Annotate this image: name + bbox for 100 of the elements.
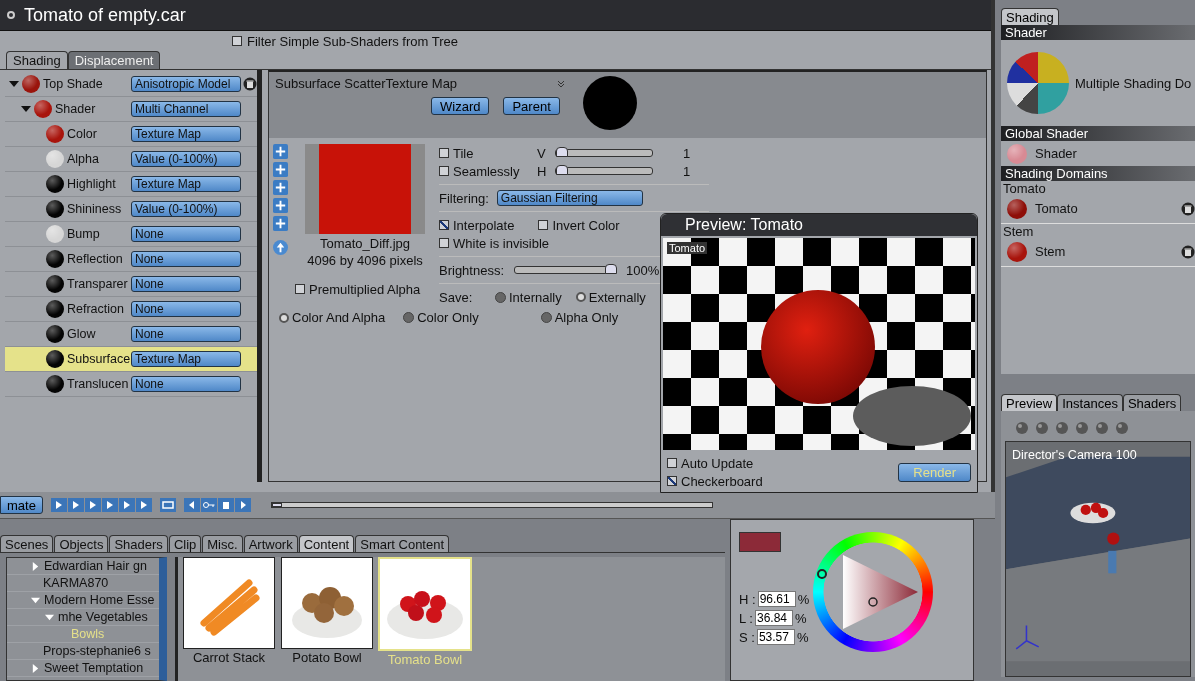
panel-tab[interactable]: Instances [1057,394,1123,411]
section-header[interactable]: Global Shader [1001,126,1195,141]
map-type-dropdown[interactable]: Texture Map [385,76,458,91]
library-tree-row[interactable]: Props-stephanie6 s [7,643,159,660]
filter-checkbox[interactable] [232,36,242,46]
radio-button[interactable] [495,291,506,303]
content-item[interactable]: Carrot Stack [184,557,274,681]
checkbox[interactable] [667,458,677,468]
texture-tool-icon[interactable] [273,144,288,159]
checkbox[interactable] [439,220,449,230]
view-tool-icon[interactable] [1075,421,1089,435]
trash-icon[interactable] [1181,244,1195,259]
loop-icon[interactable] [159,498,176,512]
library-tab[interactable]: Scenes [0,535,54,552]
channel-dropdown[interactable]: Value (0-100%) [131,201,241,217]
shader-tree-row[interactable]: Shininess Value (0-100%) [5,197,257,222]
view-tool-icon[interactable] [1055,421,1069,435]
channel-dropdown[interactable]: None [131,326,241,342]
library-tree-row[interactable]: KARMA870 [7,575,159,592]
panel-tab[interactable]: Preview [1001,394,1058,411]
library-tree-row[interactable]: Modern Home Esse [7,592,159,609]
section-header[interactable]: Shading Domains [1001,166,1195,181]
editor-tab[interactable]: Shading [6,51,68,69]
library-tree-row[interactable]: Sweet Temptation [7,660,159,677]
library-tab[interactable]: Content [298,535,355,552]
shader-tree-row[interactable]: Bump None [5,222,257,247]
shader-tree-row[interactable]: Transparer None [5,272,257,297]
channel-dropdown[interactable]: None [131,226,241,242]
input-field[interactable]: 36.84 [755,610,793,626]
key-icon[interactable] [200,498,217,512]
editor-tab[interactable]: Displacement [67,51,161,69]
timeline-thumb[interactable] [271,503,282,507]
radio-button[interactable] [540,312,552,323]
panel-tab[interactable]: Shading [1001,8,1059,25]
channel-dropdown[interactable]: Texture Map [131,126,241,142]
up-arrow-icon[interactable] [273,240,288,255]
checkbox[interactable] [439,238,449,248]
slider-thumb[interactable] [555,147,568,157]
editor-button[interactable]: Parent [503,97,560,115]
filtering-dropdown[interactable]: Gaussian Filtering [496,190,643,206]
trash-icon[interactable] [243,77,257,91]
texture-tool-icon[interactable] [273,180,288,195]
channel-dropdown[interactable]: None [131,376,241,392]
animate-button[interactable]: mate [0,496,43,514]
channel-dropdown[interactable]: None [131,276,241,292]
channel-dropdown[interactable]: Multi Channel [131,101,241,117]
section-header[interactable]: Shader [1001,25,1195,40]
channel-dropdown[interactable]: None [131,301,241,317]
input-field[interactable]: 96.61 [757,591,796,607]
trash-icon[interactable] [1181,201,1195,216]
checkbox[interactable] [439,166,449,176]
content-item[interactable]: Potato Bowl [282,557,372,681]
shader-tree-row[interactable]: Reflection None [5,247,257,272]
texture-tool-icon[interactable] [273,216,288,231]
shader-tree-row[interactable]: Subsurface Texture Map [5,347,257,372]
library-tab[interactable]: Misc. [202,535,243,552]
library-tree-row[interactable]: mhe Vegetables [7,609,159,626]
view-tool-icon[interactable] [1035,421,1049,435]
texture-tool-icon[interactable] [273,162,288,177]
view-tool-icon[interactable] [1095,421,1109,435]
viewport[interactable]: Director's Camera 100 [1005,441,1191,677]
shader-tree-row[interactable]: Top Shade Anisotropic Model [5,72,257,97]
channel-dropdown[interactable]: Value (0-100%) [131,151,241,167]
shader-tree-row[interactable]: Alpha Value (0-100%) [5,147,257,172]
library-tree-row[interactable]: Edwardian Hair gn [7,558,159,575]
next-key-icon[interactable] [234,498,251,512]
radio-button[interactable] [279,312,289,323]
checkbox[interactable] [295,284,305,294]
input-field[interactable]: 53.57 [756,629,795,645]
checkbox[interactable] [439,148,449,158]
shader-tree-row[interactable]: Refraction None [5,297,257,322]
expand-caret-icon[interactable] [21,104,31,114]
window-menu-icon[interactable] [6,10,16,20]
shader-tree-row[interactable]: Translucen None [5,372,257,397]
slider-thumb[interactable] [555,165,568,175]
dropdown-caret-icon[interactable] [557,79,566,88]
shader-tree-row[interactable]: Color Texture Map [5,122,257,147]
library-tab[interactable]: Smart Content [355,535,450,552]
radio-button[interactable] [403,312,415,323]
shader-tree-row[interactable]: Highlight Texture Map [5,172,257,197]
previous-key-icon[interactable] [183,498,200,512]
checkbox[interactable] [667,476,677,486]
slider-thumb[interactable] [605,264,618,274]
channel-dropdown[interactable]: Anisotropic Model [131,76,241,92]
channel-dropdown[interactable]: Texture Map [131,176,241,192]
view-tool-icon[interactable] [1115,421,1129,435]
panel-tab[interactable]: Shaders [1122,394,1182,411]
channel-dropdown[interactable]: None [131,251,241,267]
channel-dropdown[interactable]: Texture Map [131,351,241,367]
library-tab[interactable]: Shaders [109,535,168,552]
checkbox[interactable] [538,220,549,230]
editor-button[interactable]: Wizard [431,97,490,115]
view-tool-icon[interactable] [1015,421,1029,435]
library-tab[interactable]: Clip [168,535,202,552]
library-tab[interactable]: Objects [54,535,109,552]
shader-tree-row[interactable]: Shader Multi Channel [5,97,257,122]
library-tab[interactable]: Artwork [243,535,298,552]
camera-label[interactable]: Director's Camera 100 [1012,448,1137,462]
radio-button[interactable] [575,292,586,302]
expand-caret-icon[interactable] [9,79,19,89]
